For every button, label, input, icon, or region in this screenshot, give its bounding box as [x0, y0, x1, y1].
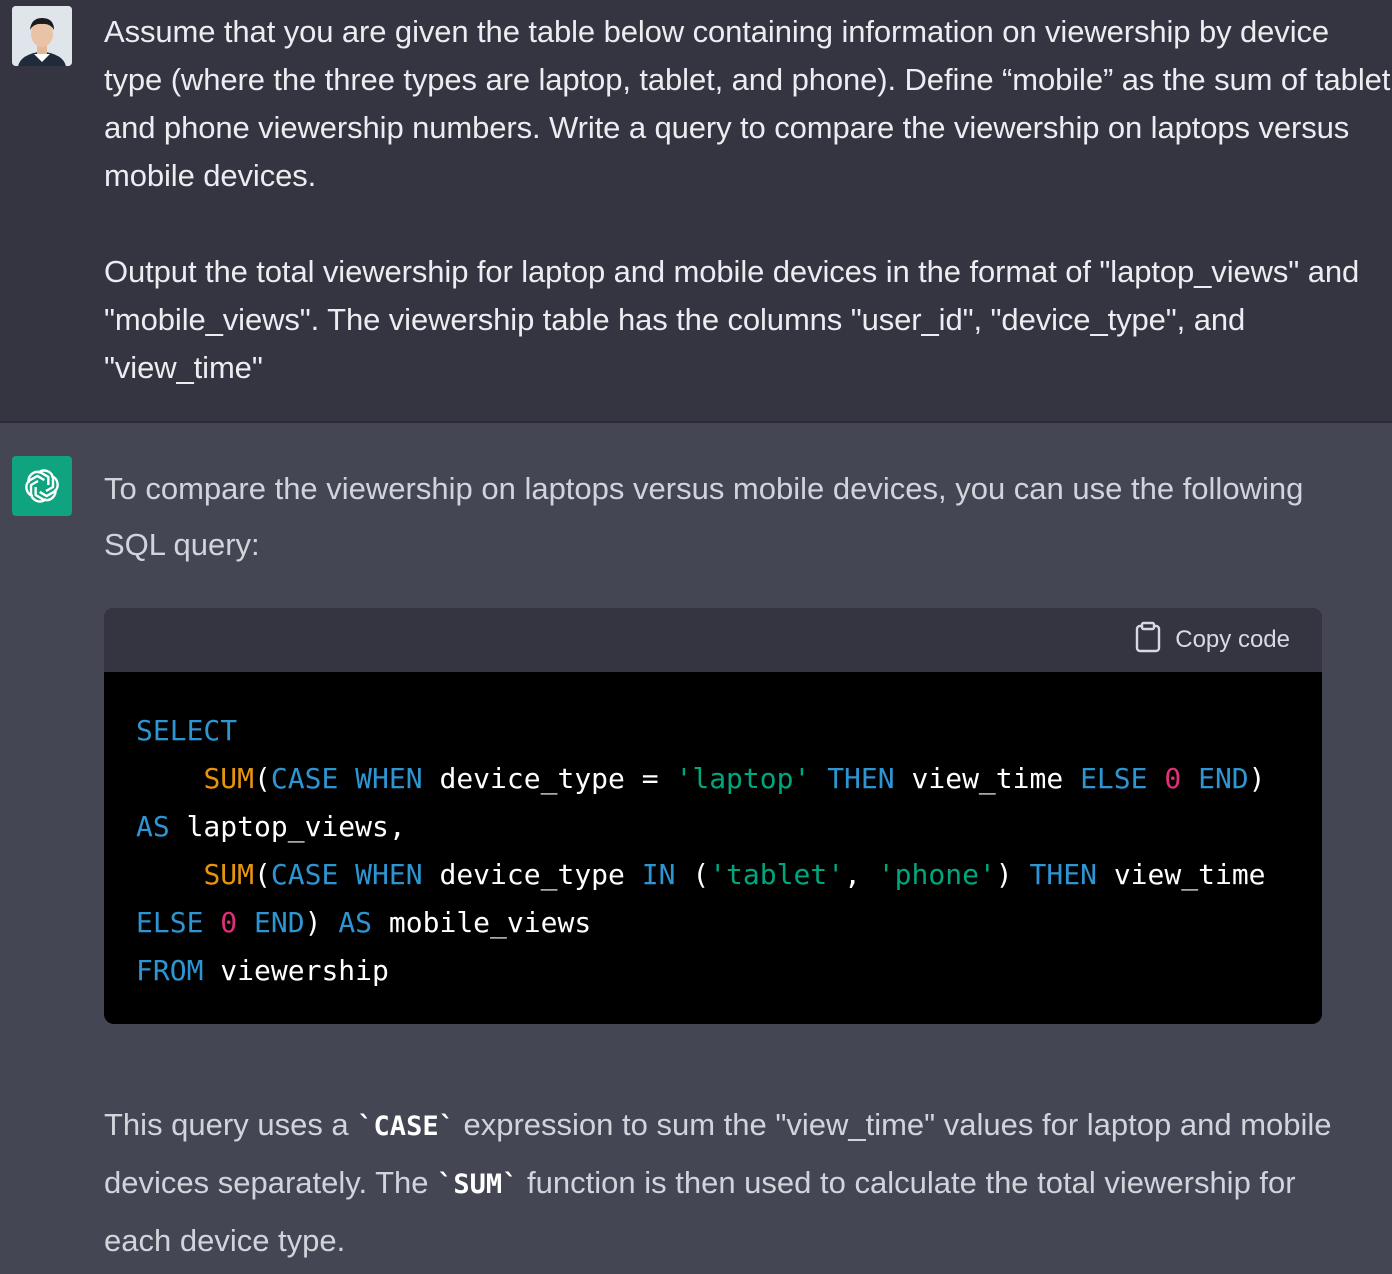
- code-token: AS: [338, 906, 373, 939]
- code-token: mobile_views: [388, 906, 592, 939]
- code-token: SUM: [203, 762, 255, 795]
- code-token: SUM: [203, 858, 255, 891]
- code-token: AS: [136, 810, 170, 843]
- outro-text-part: This query uses a: [104, 1107, 358, 1142]
- user-message: Assume that you are given the table belo…: [0, 0, 1392, 423]
- code-token: IN: [641, 858, 676, 891]
- code-block-header: Copy code: [104, 608, 1322, 672]
- assistant-outro-text: This query uses a `CASE` expression to s…: [104, 1097, 1334, 1269]
- code-token: CASE: [270, 762, 339, 795]
- code-token: view_time: [1113, 858, 1266, 891]
- code-token: END: [254, 906, 305, 939]
- code-token: view_time: [911, 762, 1064, 795]
- openai-logo-icon: [12, 456, 72, 516]
- code-token: 0: [1164, 762, 1182, 795]
- clipboard-icon: [1135, 621, 1161, 660]
- inline-code: `SUM`: [437, 1169, 519, 1200]
- code-token: 0: [220, 906, 238, 939]
- code-token: 'laptop': [675, 762, 811, 795]
- assistant-message: To compare the viewership on laptops ver…: [0, 425, 1392, 1274]
- code-token: 'phone': [877, 858, 996, 891]
- code-token: laptop_views,: [186, 810, 406, 843]
- code-token: device_type: [439, 762, 625, 795]
- code-token: CASE: [270, 858, 339, 891]
- copy-code-button[interactable]: Copy code: [1135, 621, 1290, 660]
- code-token: THEN: [827, 762, 895, 795]
- code-token: WHEN: [355, 762, 423, 795]
- copy-code-label: Copy code: [1175, 626, 1290, 653]
- user-paragraph-2: Output the total viewership for laptop a…: [104, 254, 1360, 385]
- code-block: Copy code SELECT SUM(CASE WHEN device_ty…: [104, 608, 1322, 1024]
- code-token: SELECT: [136, 714, 238, 747]
- sql-code: SELECT SUM(CASE WHEN device_type = 'lapt…: [136, 714, 1266, 987]
- code-token: THEN: [1029, 858, 1097, 891]
- code-token: WHEN: [355, 858, 423, 891]
- assistant-intro-text: To compare the viewership on laptops ver…: [104, 471, 1304, 562]
- code-token: FROM: [136, 954, 204, 987]
- code-token: END: [1198, 762, 1249, 795]
- code-token: viewership: [220, 954, 389, 987]
- user-avatar: [12, 6, 72, 66]
- code-token: device_type: [439, 858, 625, 891]
- code-token: 'tablet': [709, 858, 845, 891]
- code-token: ELSE: [136, 906, 204, 939]
- user-message-text: Assume that you are given the table belo…: [104, 8, 1392, 392]
- code-token: ELSE: [1080, 762, 1148, 795]
- user-paragraph-1: Assume that you are given the table belo…: [104, 14, 1391, 193]
- inline-code: `CASE`: [357, 1111, 455, 1142]
- code-token: =: [641, 762, 659, 795]
